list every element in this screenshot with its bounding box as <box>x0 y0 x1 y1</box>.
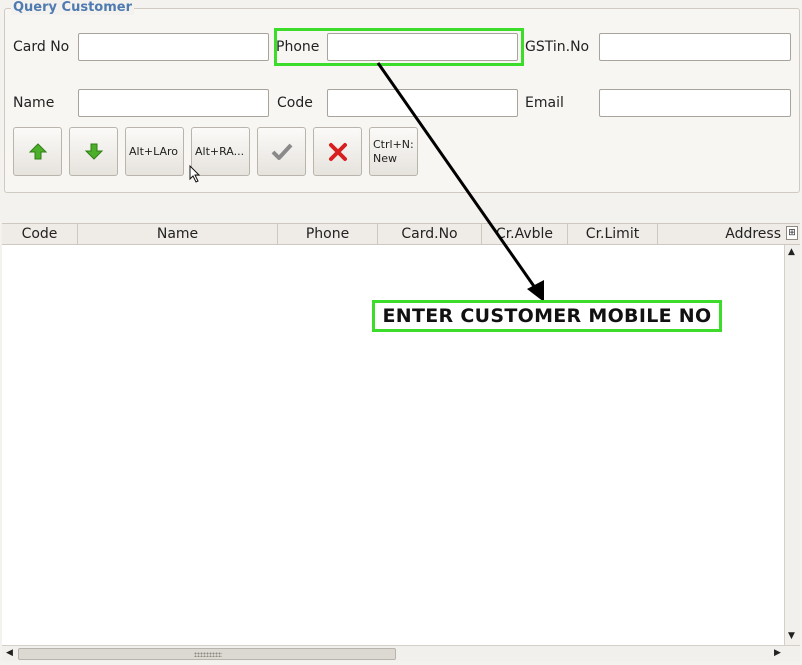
move-down-button[interactable] <box>69 127 118 176</box>
name-input[interactable] <box>78 89 269 117</box>
name-label: Name <box>13 95 55 111</box>
green-arrow-down-icon <box>84 143 103 160</box>
cancel-button[interactable] <box>313 127 362 176</box>
column-header-card-no[interactable]: Card.No <box>378 224 482 244</box>
next-record-button[interactable]: Alt+RA... <box>191 127 250 176</box>
card-no-input[interactable] <box>78 33 269 61</box>
confirm-button[interactable] <box>257 127 306 176</box>
checkmark-icon <box>271 143 292 160</box>
table-header: Code Name Phone Card.No Cr.Avble Cr.Limi… <box>2 223 800 245</box>
column-header-address[interactable]: Address <box>658 224 784 244</box>
column-header-cr-limit[interactable]: Cr.Limit <box>568 224 658 244</box>
code-input[interactable] <box>327 89 518 117</box>
green-arrow-up-icon <box>28 142 47 159</box>
gstin-input[interactable] <box>599 33 791 61</box>
horizontal-scroll-thumb[interactable] <box>18 648 396 660</box>
new-record-button[interactable]: Ctrl+N: New <box>369 127 418 176</box>
group-legend: Query Customer <box>11 0 134 15</box>
scroll-down-arrow-icon[interactable]: ▼ <box>788 631 795 641</box>
move-up-button[interactable] <box>13 127 62 176</box>
email-label: Email <box>525 95 564 111</box>
column-header-code[interactable]: Code <box>2 224 78 244</box>
card-no-label: Card No <box>13 39 70 55</box>
code-label: Code <box>277 95 313 111</box>
email-input[interactable] <box>599 89 791 117</box>
scroll-right-arrow-icon[interactable]: ▶ <box>774 648 781 658</box>
scroll-left-arrow-icon[interactable]: ◀ <box>6 648 13 658</box>
column-header-cr-avble[interactable]: Cr.Avble <box>482 224 568 244</box>
annotation-callout: ENTER CUSTOMER MOBILE NO <box>372 300 722 332</box>
phone-highlight-box <box>274 28 524 66</box>
scroll-grip-icon <box>194 652 222 657</box>
column-header-name[interactable]: Name <box>78 224 278 244</box>
scroll-up-arrow-icon[interactable]: ▲ <box>788 247 795 257</box>
column-chooser-icon[interactable]: ⊞ <box>786 226 798 240</box>
column-header-phone[interactable]: Phone <box>278 224 378 244</box>
red-x-icon <box>328 142 347 161</box>
vertical-scrollbar[interactable]: ▲ ▼ <box>784 245 800 645</box>
gstin-label: GSTin.No <box>525 39 590 55</box>
prev-record-button[interactable]: Alt+LAro <box>125 127 184 176</box>
horizontal-scrollbar[interactable]: ◀ ▶ <box>2 645 800 661</box>
